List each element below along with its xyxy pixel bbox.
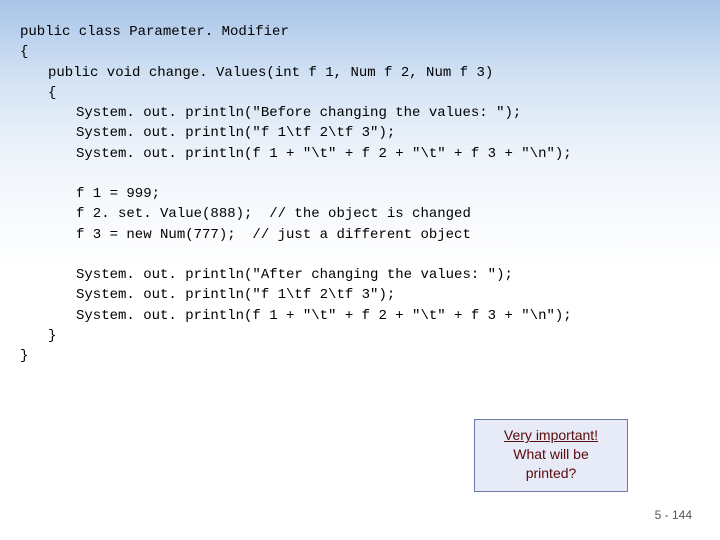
blank-line [20,245,700,265]
code-line: public class Parameter. Modifier [20,22,700,42]
callout-line: Very important! [479,426,623,445]
callout-box: Very important! What will be printed? [474,419,628,492]
page-number: 5 - 144 [655,507,692,524]
code-line: public void change. Values(int f 1, Num … [20,63,700,83]
callout-line: What will be [479,445,623,464]
code-line: } [20,346,700,366]
code-line: { [20,83,700,103]
code-line: System. out. println("Before changing th… [20,103,700,123]
blank-line [20,164,700,184]
code-line: System. out. println(f 1 + "\t" + f 2 + … [20,306,700,326]
callout-line: printed? [479,464,623,483]
code-line: f 2. set. Value(888); // the object is c… [20,204,700,224]
code-line: System. out. println("f 1\tf 2\tf 3"); [20,285,700,305]
code-line: System. out. println(f 1 + "\t" + f 2 + … [20,144,700,164]
code-line: f 1 = 999; [20,184,700,204]
code-line: } [20,326,700,346]
code-line: System. out. println("After changing the… [20,265,700,285]
code-line: System. out. println("f 1\tf 2\tf 3"); [20,123,700,143]
code-line: f 3 = new Num(777); // just a different … [20,225,700,245]
code-line: { [20,42,700,62]
code-block: public class Parameter. Modifier { publi… [0,0,720,366]
